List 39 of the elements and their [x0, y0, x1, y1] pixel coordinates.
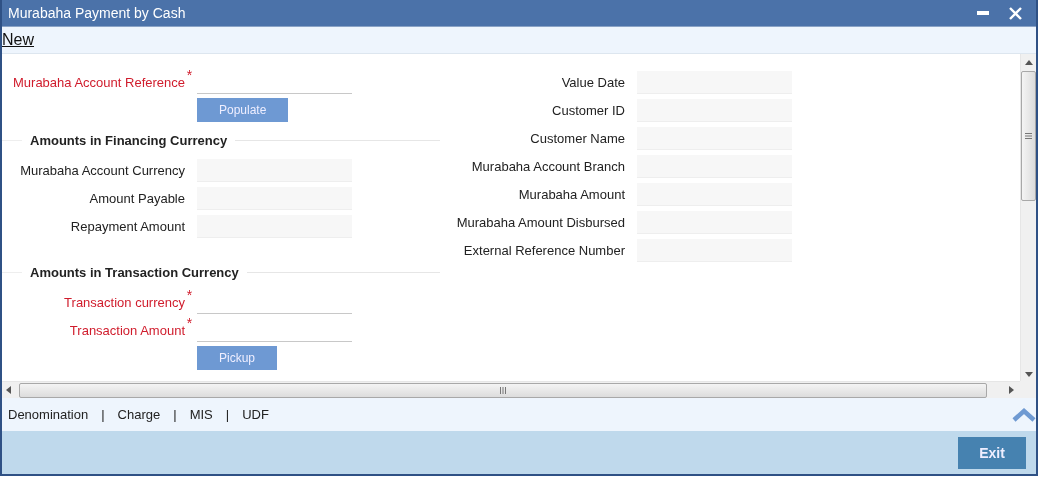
scrollbar-thumb[interactable]: [1021, 71, 1036, 201]
tab-link[interactable]: Denomination: [8, 407, 89, 422]
field-label: External Reference Number: [463, 242, 625, 258]
new-link[interactable]: New: [2, 31, 34, 49]
close-icon[interactable]: [1009, 6, 1022, 20]
window-title: Murabaha Payment by Cash: [8, 5, 186, 21]
required-asterisk: *: [186, 286, 193, 303]
scroll-right-icon[interactable]: [1009, 386, 1014, 394]
required-asterisk: *: [186, 314, 193, 331]
field-label: Repayment Amount: [70, 218, 185, 234]
scroll-left-icon[interactable]: [6, 386, 11, 394]
grip-icon: [500, 386, 506, 394]
tab-link[interactable]: MIS: [189, 407, 213, 422]
field-label: Murabaha Amount Disbursed: [456, 214, 625, 230]
field-label: Murabaha Amount: [518, 186, 625, 202]
separator-text: |: [173, 407, 177, 422]
field-label: Value Date: [561, 74, 625, 90]
separator-text: |: [225, 407, 230, 422]
field-label: Transaction Amount: [69, 322, 185, 338]
field-label: Transaction currency: [64, 294, 185, 310]
grip-icon: [1025, 133, 1032, 139]
minimize-icon[interactable]: [977, 11, 989, 15]
scroll-down-icon[interactable]: [1024, 372, 1033, 377]
exit-button[interactable]: Exit: [958, 436, 1026, 469]
field-label: Amount Payable: [89, 190, 185, 206]
tab-link[interactable]: Charge: [117, 407, 161, 422]
section-heading: Amounts in Transaction Currency: [29, 264, 240, 280]
vertical-scrollbar[interactable]: [1020, 54, 1036, 381]
field-label: Murabaha Account Reference: [13, 74, 185, 90]
chevron-up-icon[interactable]: [1012, 407, 1036, 422]
field-label: Murabaha Account Currency: [20, 162, 185, 178]
field-label: Murabaha Account Branch: [471, 158, 625, 174]
section-heading: Amounts in Financing Currency: [29, 132, 229, 148]
tab-link[interactable]: UDF: [242, 407, 269, 422]
scroll-up-icon[interactable]: [1024, 60, 1033, 65]
field-label: Customer ID: [552, 102, 625, 118]
field-label: Customer Name: [530, 130, 625, 146]
separator-text: |: [101, 407, 105, 422]
required-asterisk: *: [186, 66, 193, 83]
